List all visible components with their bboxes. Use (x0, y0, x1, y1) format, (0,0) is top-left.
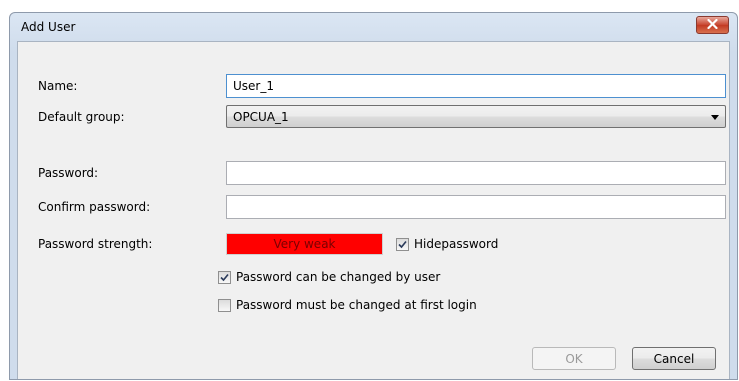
must-change-checkbox[interactable] (218, 298, 231, 312)
default-group-select[interactable]: OPCUA_1 (226, 105, 726, 128)
add-user-dialog: Add User Name: Default group: OPCUA_1 Pa… (9, 12, 738, 380)
must-change-checkbox-row[interactable]: Password must be changed at first login (218, 298, 477, 312)
confirm-password-field[interactable] (226, 195, 726, 219)
confirm-password-label: Confirm password: (38, 200, 151, 214)
hide-password-label: Hidepassword (414, 237, 499, 251)
dialog-title: Add User (21, 20, 76, 34)
name-field[interactable] (226, 74, 726, 98)
ok-button[interactable]: OK (532, 347, 616, 370)
close-icon (707, 18, 718, 32)
password-strength-indicator: Very weak (226, 233, 383, 255)
close-button[interactable] (696, 16, 729, 34)
hide-password-checkbox-row[interactable]: Hidepassword (396, 237, 498, 251)
password-input[interactable] (227, 162, 725, 184)
hide-password-checkbox[interactable] (396, 237, 409, 251)
name-label: Name: (38, 79, 78, 93)
password-label: Password: (38, 166, 99, 180)
password-field[interactable] (226, 161, 726, 185)
can-be-changed-checkbox-row[interactable]: Password can be changed by user (218, 270, 440, 284)
default-group-value: OPCUA_1 (233, 110, 289, 124)
cancel-button[interactable]: Cancel (632, 347, 716, 370)
can-be-changed-label: Password can be changed by user (236, 270, 441, 284)
name-input[interactable] (227, 75, 725, 97)
can-be-changed-checkbox[interactable] (218, 270, 231, 284)
title-bar[interactable]: Add User (10, 13, 737, 41)
must-change-label: Password must be changed at first login (236, 298, 477, 312)
password-strength-label: Password strength: (38, 237, 153, 251)
default-group-label: Default group: (38, 110, 125, 124)
confirm-password-input[interactable] (227, 196, 725, 218)
dialog-content: Name: Default group: OPCUA_1 Password: C… (17, 41, 730, 379)
dropdown-arrow-icon[interactable] (710, 111, 720, 125)
